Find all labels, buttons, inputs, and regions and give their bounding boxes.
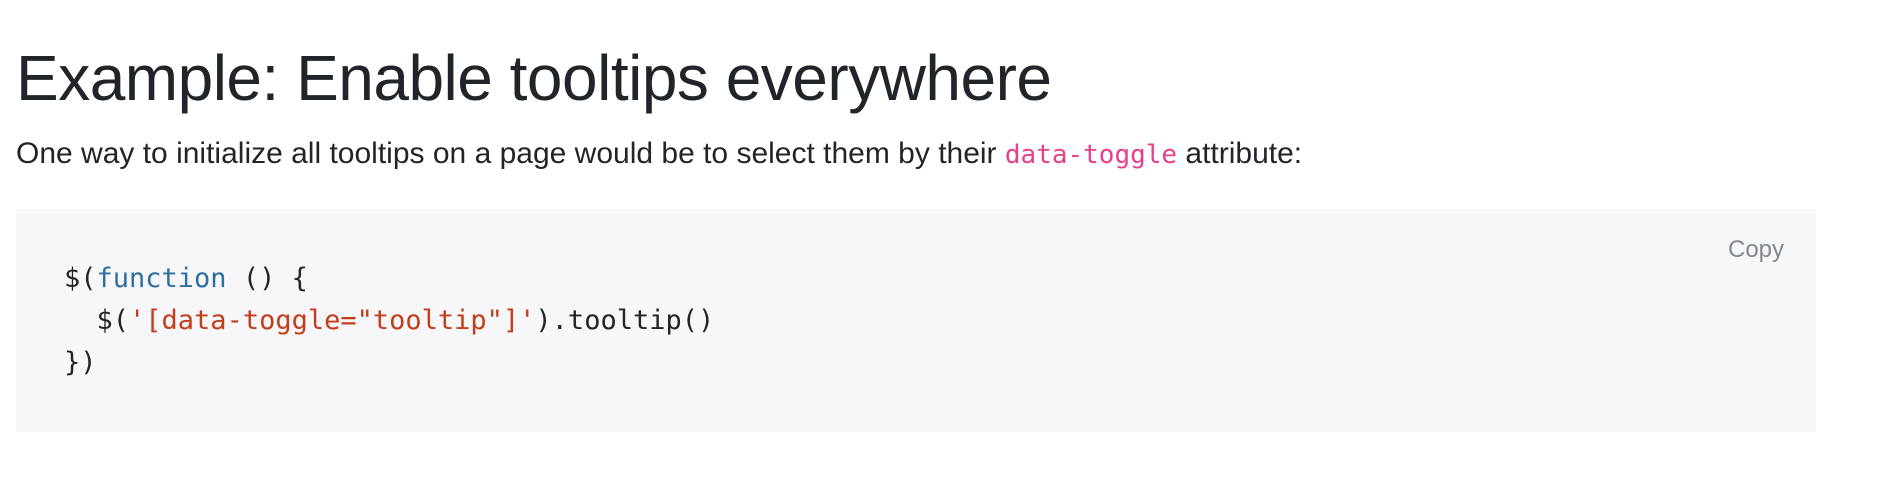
code-token: ).tooltip(): [535, 305, 715, 336]
intro-paragraph: One way to initialize all tooltips on a …: [16, 136, 1302, 173]
code-string: '[data-toggle="tooltip"]': [129, 305, 536, 336]
code-token: () {: [226, 263, 308, 294]
code-line-2: $('[data-toggle="tooltip"]').tooltip(): [64, 305, 715, 336]
code-token: $(: [64, 263, 97, 294]
intro-text-after: attribute:: [1177, 137, 1303, 170]
code-snippet: $(function () { $('[data-toggle="tooltip…: [64, 258, 714, 384]
inline-code-attribute: data-toggle: [1004, 140, 1178, 170]
code-token: $(: [64, 305, 130, 336]
section-heading: Example: Enable tooltips everywhere: [16, 42, 1052, 114]
code-line-3: }): [64, 347, 97, 378]
copy-button[interactable]: Copy: [1728, 236, 1784, 264]
code-line-1: $(function () {: [64, 263, 308, 294]
intro-text-before: One way to initialize all tooltips on a …: [16, 137, 1005, 170]
code-keyword: function: [96, 263, 227, 294]
